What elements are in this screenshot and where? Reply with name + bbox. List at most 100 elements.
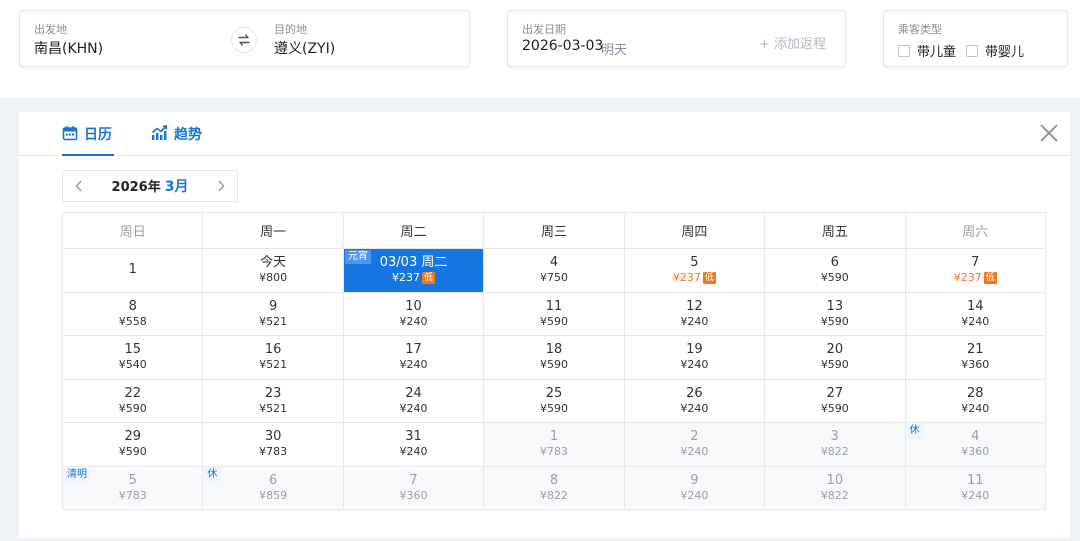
to-value[interactable]: 遵义(ZYI) xyxy=(274,38,335,58)
price-wrap: ¥590 xyxy=(540,402,568,416)
calendar-day-cell[interactable]: 11 ¥240 xyxy=(905,466,1046,510)
day-price: ¥590 xyxy=(820,314,849,328)
day-label: 28 xyxy=(966,385,984,401)
calendar-day-cell[interactable]: 1 ¥783 xyxy=(484,423,625,467)
weekday-header-cell: 周二 xyxy=(343,213,485,249)
day-price: ¥783 xyxy=(259,445,288,459)
calendar-day-cell[interactable]: 23 ¥521 xyxy=(203,379,344,423)
weekday-header-cell: 周四 xyxy=(624,213,766,249)
add-return-button[interactable]: + 添加返程 xyxy=(759,33,826,52)
price-wrap: ¥240 xyxy=(680,489,708,503)
with-child-checkbox[interactable]: 带儿童 xyxy=(898,41,956,60)
calendar-day-cell[interactable]: 休 6 ¥859 xyxy=(203,466,344,510)
day-label: 15 xyxy=(124,342,141,358)
calendar-day-cell[interactable]: 今天 ¥800 xyxy=(203,249,344,293)
day-price: ¥822 xyxy=(539,488,568,502)
calendar-day-cell[interactable]: 14 ¥240 xyxy=(905,292,1046,336)
calendar-day-cell[interactable]: 9 ¥521 xyxy=(203,292,344,336)
calendar-day-cell[interactable]: 13 ¥590 xyxy=(765,292,906,336)
calendar-day-cell[interactable]: 4 ¥750 xyxy=(484,249,625,293)
with-infant-checkbox[interactable]: 带婴儿 xyxy=(966,41,1024,60)
date-hint: 明天 xyxy=(601,43,628,58)
day-label: 12 xyxy=(686,298,703,314)
calendar-day-cell[interactable]: 29 ¥590 xyxy=(63,423,204,467)
week-row: 8 ¥558 9 ¥521 10 ¥240 11 ¥590 12 ¥240 13 ¥590 14 ¥240 xyxy=(63,292,1046,336)
holiday-badge: 元宵 xyxy=(344,250,371,264)
price-wrap: ¥540 xyxy=(119,358,147,372)
calendar-day-cell[interactable]: 10 ¥240 xyxy=(343,292,485,336)
calendar-day-cell-selected[interactable]: 元宵 03/03 周二 ¥237 低 xyxy=(343,249,485,293)
calendar-day-cell[interactable]: 11 ¥590 xyxy=(484,292,625,336)
day-label: 22 xyxy=(124,385,141,401)
day-price: ¥590 xyxy=(539,401,568,415)
day-price: ¥590 xyxy=(820,271,849,285)
day-label: 8 xyxy=(549,472,559,488)
day-price: ¥240 xyxy=(961,314,990,328)
route-field[interactable]: 出发地 南昌(KHN) 目的地 遵义(ZYI) xyxy=(19,10,470,67)
low-price-tag: 低 xyxy=(983,272,997,285)
day-label: 14 xyxy=(966,298,984,314)
day-label: 16 xyxy=(264,342,282,358)
prev-month-chevron-left-icon[interactable] xyxy=(63,171,95,201)
calendar-day-cell[interactable]: 1 xyxy=(63,249,204,293)
weekday-header-cell: 周五 xyxy=(765,213,906,249)
calendar-day-cell[interactable]: 17 ¥240 xyxy=(343,336,485,380)
calendar-day-cell[interactable]: 5 ¥237 低 xyxy=(624,249,766,293)
checkbox-box[interactable] xyxy=(966,44,978,57)
view-tabs: 日历 趋势 xyxy=(19,112,1070,156)
from-value[interactable]: 南昌(KHN) xyxy=(34,38,103,58)
calendar-day-cell[interactable]: 清明 5 ¥783 xyxy=(63,466,204,510)
calendar-day-cell[interactable]: 22 ¥590 xyxy=(63,379,204,423)
calendar-day-cell[interactable]: 27 ¥590 xyxy=(765,379,906,423)
month-navigator: 2026年 3月 xyxy=(62,170,238,202)
calendar-day-cell[interactable]: 30 ¥783 xyxy=(203,423,344,467)
calendar-day-cell[interactable]: 19 ¥240 xyxy=(624,336,766,380)
current-month: 2026年 3月 xyxy=(95,176,205,196)
calendar-day-cell[interactable]: 8 ¥822 xyxy=(484,466,625,510)
calendar-day-cell[interactable]: 3 ¥822 xyxy=(765,423,906,467)
calendar-day-cell[interactable]: 7 ¥237 低 xyxy=(905,249,1046,293)
price-wrap: ¥237 低 xyxy=(673,271,716,285)
calendar-day-cell[interactable]: 25 ¥590 xyxy=(484,379,625,423)
calendar-day-cell[interactable]: 7 ¥360 xyxy=(343,466,485,510)
calendar-day-cell[interactable]: 16 ¥521 xyxy=(203,336,344,380)
day-label: 9 xyxy=(268,298,278,314)
day-price: ¥590 xyxy=(539,358,568,372)
calendar-day-cell[interactable]: 24 ¥240 xyxy=(343,379,485,423)
calendar-day-cell[interactable]: 10 ¥822 xyxy=(765,466,906,510)
calendar-day-cell[interactable]: 9 ¥240 xyxy=(624,466,766,510)
next-month-chevron-right-icon[interactable] xyxy=(205,171,237,201)
tab-trend[interactable]: 趋势 xyxy=(151,124,207,156)
weekday-header-cell: 周六 xyxy=(905,213,1046,249)
date-label: 出发日期 xyxy=(522,23,566,36)
calendar-day-cell[interactable]: 26 ¥240 xyxy=(624,379,766,423)
day-label: 11 xyxy=(545,298,563,314)
day-price: ¥240 xyxy=(399,445,428,459)
day-price: ¥240 xyxy=(680,401,709,415)
price-wrap: ¥240 xyxy=(680,402,708,416)
calendar-day-cell[interactable]: 12 ¥240 xyxy=(624,292,766,336)
close-icon[interactable] xyxy=(1038,122,1060,144)
date-field[interactable]: 出发日期 2026-03-03 明天 + 添加返程 xyxy=(507,10,846,67)
calendar-day-cell[interactable]: 18 ¥590 xyxy=(484,336,625,380)
calendar-day-cell[interactable]: 6 ¥590 xyxy=(765,249,906,293)
price-wrap: ¥822 xyxy=(821,489,849,503)
swap-icon[interactable] xyxy=(231,27,257,53)
day-price: ¥540 xyxy=(118,358,147,372)
price-wrap: ¥240 xyxy=(400,315,428,329)
day-label: 19 xyxy=(686,342,703,358)
calendar-day-cell[interactable]: 28 ¥240 xyxy=(905,379,1046,423)
calendar-day-cell[interactable]: 15 ¥540 xyxy=(63,336,204,380)
tab-calendar[interactable]: 日历 xyxy=(62,124,114,156)
passenger-label: 乘客类型 xyxy=(898,23,942,36)
calendar-day-cell[interactable]: 2 ¥240 xyxy=(624,423,766,467)
calendar-day-cell[interactable]: 21 ¥360 xyxy=(905,336,1046,380)
date-value[interactable]: 2026-03-03 xyxy=(522,38,603,54)
calendar-day-cell[interactable]: 31 ¥240 xyxy=(343,423,485,467)
calendar-day-cell[interactable]: 8 ¥558 xyxy=(63,292,204,336)
calendar-day-cell[interactable]: 20 ¥590 xyxy=(765,336,906,380)
day-price: ¥521 xyxy=(259,314,288,328)
checkbox-box[interactable] xyxy=(898,44,910,57)
price-wrap: ¥240 xyxy=(961,402,989,416)
calendar-day-cell[interactable]: 休 4 ¥360 xyxy=(905,423,1046,467)
